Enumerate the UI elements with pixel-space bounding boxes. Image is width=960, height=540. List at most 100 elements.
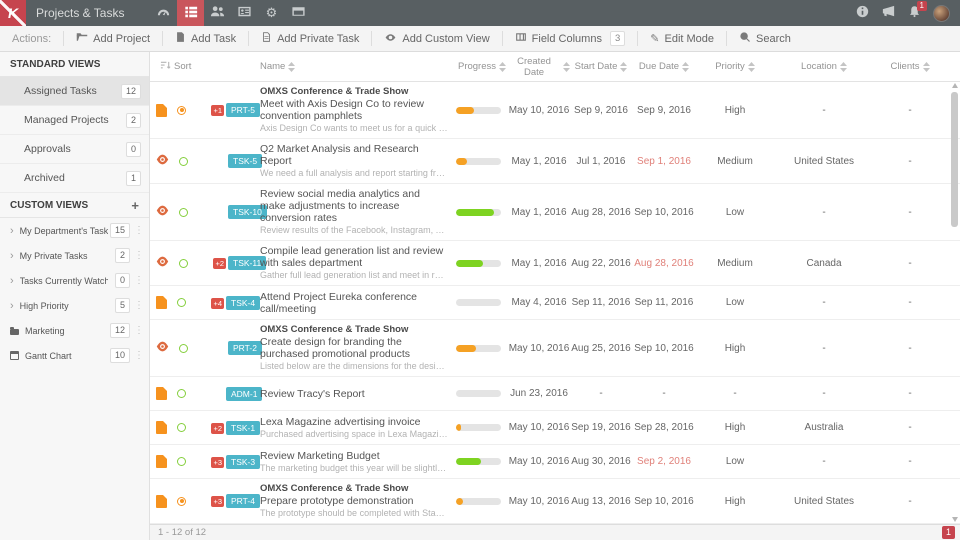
item-menu-dots-icon[interactable]: ⋮ <box>133 250 145 261</box>
project-name[interactable]: OMXS Conference & Trade Show <box>260 483 448 494</box>
add-task-button[interactable]: Add Task <box>162 31 248 46</box>
task-title[interactable]: Lexa Magazine advertising invoice <box>260 416 448 428</box>
sidebar-custom-item[interactable]: My Department's Tasks 15 ⋮ <box>0 218 149 243</box>
task-title[interactable]: Q2 Market Analysis and Research Report <box>260 143 448 167</box>
task-id-tag[interactable]: TSK-5 <box>228 154 263 168</box>
nav-team[interactable] <box>204 0 231 26</box>
task-name-cell[interactable]: Review Marketing Budget The marketing bu… <box>260 450 456 474</box>
search-button[interactable]: Search <box>726 31 803 46</box>
status-circle-icon[interactable] <box>179 207 188 217</box>
vertical-scrollbar[interactable] <box>951 83 959 522</box>
task-title[interactable]: Review Marketing Budget <box>260 450 448 462</box>
task-id-tag[interactable]: TSK-3 <box>226 454 261 469</box>
task-row[interactable]: PRT-2 OMXS Conference & Trade Show Creat… <box>150 320 960 377</box>
scroll-up-arrow[interactable] <box>952 83 958 88</box>
add-project-button[interactable]: Add Project <box>63 31 162 46</box>
nav-tasks-list[interactable] <box>177 0 204 26</box>
task-title[interactable]: Review Tracy's Report <box>260 388 448 400</box>
status-circle-icon[interactable] <box>177 105 186 115</box>
item-menu-dots-icon[interactable]: ⋮ <box>133 300 145 311</box>
task-row[interactable]: TSK-10 Review social media analytics and… <box>150 184 960 241</box>
task-name-cell[interactable]: Review social media analytics and make a… <box>260 188 456 236</box>
status-circle-icon[interactable] <box>177 496 186 506</box>
column-sort[interactable]: Sort <box>150 60 260 74</box>
status-circle-icon[interactable] <box>177 298 186 307</box>
sidebar-custom-item[interactable]: High Priority 5 ⋮ <box>0 293 149 318</box>
task-id-tag[interactable]: PRT-5 <box>226 103 260 117</box>
notifications-bell-icon[interactable]: 1 <box>908 1 927 21</box>
sidebar-standard-item[interactable]: Managed Projects 2 <box>0 106 149 135</box>
task-title[interactable]: Create design for branding the purchased… <box>260 336 448 360</box>
sidebar-standard-item[interactable]: Archived 1 <box>0 164 149 193</box>
field-columns-button[interactable]: Field Columns 3 <box>501 31 638 46</box>
item-menu-dots-icon[interactable]: ⋮ <box>133 325 145 336</box>
nav-settings[interactable]: ⚙ <box>258 0 285 26</box>
task-id-tag[interactable]: PRT-4 <box>226 494 260 508</box>
user-avatar[interactable] <box>933 4 950 22</box>
column-clients[interactable]: Clients <box>874 61 946 72</box>
nav-dashboard[interactable] <box>150 0 177 26</box>
status-circle-icon[interactable] <box>177 457 186 466</box>
column-due-date[interactable]: Due Date <box>632 61 696 72</box>
sidebar-standard-item[interactable]: Assigned Tasks 12 <box>0 77 149 106</box>
task-name-cell[interactable]: OMXS Conference & Trade Show Meet with A… <box>260 86 456 134</box>
task-name-cell[interactable]: Q2 Market Analysis and Research Report W… <box>260 143 456 179</box>
scrollbar-thumb[interactable] <box>951 92 958 227</box>
sidebar-custom-item[interactable]: Gantt Chart 10 ⋮ <box>0 343 149 368</box>
task-title[interactable]: Meet with Axis Design Co to review conve… <box>260 98 448 122</box>
task-title[interactable]: Compile lead generation list and review … <box>260 245 448 269</box>
task-title[interactable]: Review social media analytics and make a… <box>260 188 448 224</box>
task-row[interactable]: ADM-1 Review Tracy's Report Jun 23, 2016… <box>150 377 960 411</box>
task-title[interactable]: Prepare prototype demonstration <box>260 495 448 507</box>
column-created-date[interactable]: Created Date <box>508 56 570 78</box>
task-name-cell[interactable]: OMXS Conference & Trade Show Prepare pro… <box>260 483 456 519</box>
pagination-page-button[interactable]: 1 <box>942 526 955 539</box>
column-start-date[interactable]: Start Date <box>570 61 632 72</box>
announcements-megaphone-icon[interactable] <box>881 4 896 22</box>
status-circle-icon[interactable] <box>179 258 188 268</box>
project-name[interactable]: OMXS Conference & Trade Show <box>260 324 448 335</box>
add-view-plus-icon[interactable]: + <box>131 199 139 212</box>
task-name-cell[interactable]: Review Tracy's Report <box>260 388 456 400</box>
item-menu-dots-icon[interactable]: ⋮ <box>133 275 145 286</box>
column-name[interactable]: Name <box>260 61 456 72</box>
item-menu-dots-icon[interactable]: ⋮ <box>133 350 145 361</box>
sidebar-custom-item[interactable]: My Private Tasks 2 ⋮ <box>0 243 149 268</box>
column-priority[interactable]: Priority <box>696 61 774 72</box>
task-row[interactable]: +1 PRT-5 OMXS Conference & Trade Show Me… <box>150 82 960 139</box>
info-icon[interactable] <box>856 5 869 21</box>
sidebar-custom-item[interactable]: Tasks Currently Watching 0 ⋮ <box>0 268 149 293</box>
task-id-tag[interactable]: TSK-4 <box>226 295 261 310</box>
status-circle-icon[interactable] <box>177 423 186 432</box>
task-id-tag[interactable]: TSK-1 <box>226 420 261 435</box>
app-logo[interactable]: K <box>0 0 26 26</box>
task-row[interactable]: +3 TSK-3 Review Marketing Budget The mar… <box>150 445 960 479</box>
sidebar-standard-item[interactable]: Approvals 0 <box>0 135 149 164</box>
task-name-cell[interactable]: Lexa Magazine advertising invoice Purcha… <box>260 416 456 440</box>
task-id-tag[interactable]: ADM-1 <box>226 386 263 401</box>
item-menu-dots-icon[interactable]: ⋮ <box>133 225 145 236</box>
status-circle-icon[interactable] <box>179 343 188 353</box>
nav-contacts[interactable] <box>231 0 258 26</box>
task-name-cell[interactable]: Compile lead generation list and review … <box>260 245 456 281</box>
column-location[interactable]: Location <box>774 61 874 72</box>
status-circle-icon[interactable] <box>177 389 186 398</box>
task-id-tag[interactable]: PRT-2 <box>228 341 262 355</box>
task-row[interactable]: +2 TSK-1 Lexa Magazine advertising invoi… <box>150 411 960 445</box>
add-custom-view-button[interactable]: Add Custom View <box>371 31 501 46</box>
column-progress[interactable]: Progress <box>456 61 508 72</box>
task-row[interactable]: +3 PRT-4 OMXS Conference & Trade Show Pr… <box>150 479 960 524</box>
sidebar-custom-item[interactable]: Marketing 12 ⋮ <box>0 318 149 343</box>
task-title[interactable]: Attend Project Eureka conference call/me… <box>260 291 448 315</box>
add-private-task-button[interactable]: Add Private Task <box>248 31 371 46</box>
task-name-cell[interactable]: Attend Project Eureka conference call/me… <box>260 291 456 315</box>
task-row[interactable]: +4 TSK-4 Attend Project Eureka conferenc… <box>150 286 960 320</box>
nav-billing[interactable] <box>285 0 312 26</box>
task-name-cell[interactable]: OMXS Conference & Trade Show Create desi… <box>260 324 456 372</box>
project-name[interactable]: OMXS Conference & Trade Show <box>260 86 448 97</box>
status-circle-icon[interactable] <box>179 156 188 166</box>
scroll-down-arrow[interactable] <box>952 517 958 522</box>
task-row[interactable]: TSK-5 Q2 Market Analysis and Research Re… <box>150 139 960 184</box>
task-row[interactable]: +2 TSK-11 Compile lead generation list a… <box>150 241 960 286</box>
edit-mode-button[interactable]: ✎ Edit Mode <box>637 31 726 46</box>
